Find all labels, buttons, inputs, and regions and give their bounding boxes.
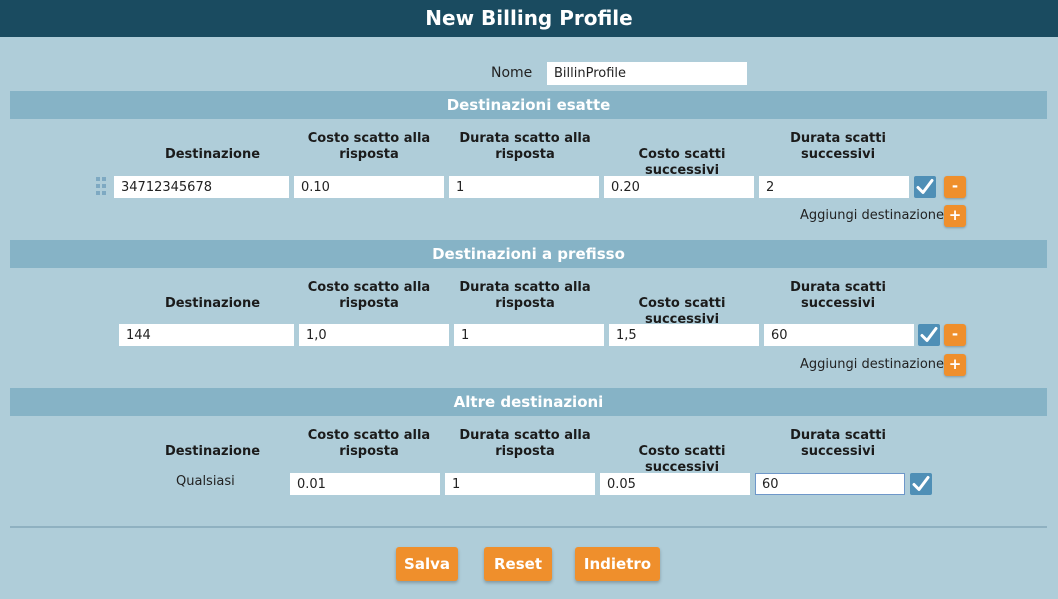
col-answer-cost: Costo scatto alla risposta [307, 428, 431, 459]
checkmark-icon [916, 179, 934, 194]
col-answer-duration: Durata scatto alla risposta [459, 131, 591, 162]
checkmark-icon [912, 476, 930, 491]
divider [10, 526, 1047, 528]
drag-handle-icon[interactable] [96, 177, 108, 197]
exact-answer-duration-input[interactable] [449, 176, 599, 198]
exact-add-button[interactable]: + [944, 205, 966, 227]
name-label: Nome [491, 65, 533, 81]
prefix-next-cost-input[interactable] [609, 324, 759, 346]
save-button[interactable]: Salva [396, 547, 458, 581]
col-next-duration: Durata scatti successivi [790, 131, 886, 162]
exact-remove-button[interactable]: - [944, 176, 966, 198]
name-input[interactable] [547, 62, 747, 85]
prefix-add-label: Aggiungi destinazione [800, 357, 945, 372]
exact-add-label: Aggiungi destinazione [800, 208, 945, 223]
prefix-destination-input[interactable] [119, 324, 294, 346]
col-answer-duration: Durata scatto alla risposta [459, 280, 591, 311]
section-header-exact: Destinazioni esatte [10, 91, 1047, 119]
exact-destination-input[interactable] [114, 176, 289, 198]
col-destination: Destinazione [164, 147, 261, 162]
prefix-add-button[interactable]: + [944, 354, 966, 376]
section-header-prefix: Destinazioni a prefisso [10, 240, 1047, 268]
col-destination: Destinazione [164, 444, 261, 459]
prefix-answer-cost-input[interactable] [299, 324, 449, 346]
col-answer-duration: Durata scatto alla risposta [459, 428, 591, 459]
prefix-answer-duration-input[interactable] [454, 324, 604, 346]
other-answer-duration-input[interactable] [445, 473, 595, 495]
other-next-duration-input[interactable] [755, 473, 905, 495]
col-destination: Destinazione [164, 296, 261, 311]
exact-row-checkbox[interactable] [914, 176, 936, 198]
exact-answer-cost-input[interactable] [294, 176, 444, 198]
section-header-other: Altre destinazioni [10, 388, 1047, 416]
prefix-remove-button[interactable]: - [944, 324, 966, 346]
col-answer-cost: Costo scatto alla risposta [307, 131, 431, 162]
other-destination-label: Qualsiasi [176, 474, 235, 489]
other-answer-cost-input[interactable] [290, 473, 440, 495]
col-next-duration: Durata scatti successivi [790, 280, 886, 311]
prefix-next-duration-input[interactable] [764, 324, 914, 346]
window-title: New Billing Profile [0, 0, 1058, 37]
exact-next-duration-input[interactable] [759, 176, 909, 198]
col-next-duration: Durata scatti successivi [790, 428, 886, 459]
other-next-cost-input[interactable] [600, 473, 750, 495]
back-button[interactable]: Indietro [575, 547, 660, 581]
checkmark-icon [920, 327, 938, 342]
col-next-cost: Costo scatti successivi [638, 147, 726, 178]
other-row-checkbox[interactable] [910, 473, 932, 495]
reset-button[interactable]: Reset [484, 547, 552, 581]
exact-next-cost-input[interactable] [604, 176, 754, 198]
col-next-cost: Costo scatti successivi [638, 444, 726, 475]
col-answer-cost: Costo scatto alla risposta [307, 280, 431, 311]
prefix-row-checkbox[interactable] [918, 324, 940, 346]
